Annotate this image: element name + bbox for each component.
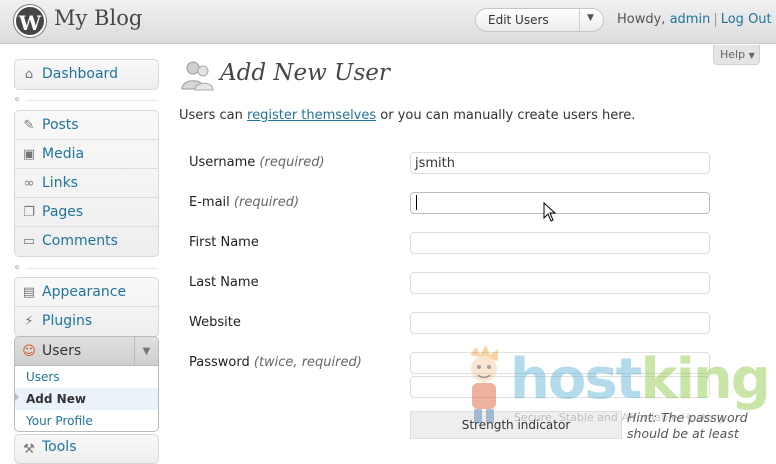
menu-collapse-arrow-icon[interactable]: « (14, 94, 20, 105)
mouse-pointer-icon (543, 202, 557, 222)
favorite-actions-label: Edit Users (488, 13, 549, 27)
first-name-label: First Name (189, 235, 259, 250)
menu-group-content: ✎ Posts ▣ Media ∞ Links ❐ Pages ▭ Commen… (14, 110, 159, 257)
field-note: (required) (233, 195, 300, 210)
sidebar-item-label: Posts (42, 117, 79, 133)
field-label: E-mail (189, 195, 230, 210)
pages-icon: ❐ (23, 205, 35, 220)
menu-collapse-arrow-icon[interactable]: « (14, 262, 20, 273)
sidebar-item-users-header[interactable]: ☺ Users ▼ (15, 337, 158, 366)
menu-group-dashboard: ⌂ Dashboard (14, 59, 159, 90)
email-field[interactable] (410, 192, 710, 214)
text-caret (416, 195, 417, 210)
sidebar-item-label: Media (42, 146, 85, 162)
favorite-actions-divider (579, 9, 580, 31)
password-hint: Hint: The password should be at least (627, 410, 748, 441)
menu-separator (26, 100, 158, 101)
blog-name[interactable]: My Blog (54, 6, 142, 30)
website-label: Website (189, 315, 241, 330)
field-label: Last Name (189, 275, 259, 290)
dashboard-icon: ⌂ (24, 67, 34, 82)
favorite-actions-dropdown[interactable]: Edit Users ▼ (475, 8, 604, 32)
password-confirm-field[interactable] (410, 376, 710, 398)
intro-prefix: Users can (179, 108, 243, 123)
intro-text: Users can register themselves or you can… (179, 108, 635, 123)
field-label: Website (189, 315, 241, 330)
help-label: Help (720, 48, 746, 61)
tools-icon: ⚒ (23, 442, 35, 457)
menu-group-admin: ▤ Appearance ⚡ Plugins (14, 277, 159, 337)
menu-separator (26, 268, 158, 269)
user-info: Howdy, admin | Log Out (617, 12, 772, 27)
sidebar-item-pages[interactable]: ❐ Pages (15, 198, 158, 227)
field-label: Username (189, 155, 256, 170)
username-label: Username (required) (189, 155, 325, 170)
appearance-icon: ▤ (22, 285, 36, 300)
sidebar-item-dashboard[interactable]: ⌂ Dashboard (15, 60, 158, 89)
sidebar-item-label: Comments (42, 233, 118, 249)
sidebar-item-label: Users (42, 343, 82, 359)
profile-link[interactable]: admin (670, 12, 711, 27)
submenu-item-your-profile[interactable]: Your Profile (15, 410, 158, 431)
sidebar-item-label: Tools (42, 439, 77, 455)
email-label: E-mail (required) (189, 195, 299, 210)
sidebar-item-comments[interactable]: ▭ Comments (15, 227, 158, 256)
wordpress-logo-icon[interactable]: W (14, 5, 46, 37)
first-name-field[interactable] (410, 232, 710, 254)
current-item-pointer-icon (14, 392, 19, 402)
sidebar-item-links[interactable]: ∞ Links (15, 169, 158, 198)
page-title: Add New User (220, 60, 390, 86)
comment-icon: ▭ (22, 234, 36, 249)
sidebar-item-posts[interactable]: ✎ Posts (15, 111, 158, 140)
users-icon (181, 61, 214, 91)
sidebar-item-label: Appearance (42, 284, 127, 300)
separator: | (713, 12, 718, 27)
sidebar-item-label: Dashboard (42, 66, 118, 82)
help-tab[interactable]: Help ▼ (713, 45, 760, 65)
register-themselves-link[interactable]: register themselves (247, 108, 376, 123)
logout-link[interactable]: Log Out (721, 12, 772, 27)
password-label: Password (twice, required) (189, 355, 362, 370)
sidebar-item-appearance[interactable]: ▤ Appearance (15, 278, 158, 307)
field-label: Password (189, 355, 250, 370)
intro-suffix: or you can manually create users here. (380, 108, 636, 123)
media-icon: ▣ (22, 147, 36, 162)
username-field[interactable]: jsmith (410, 152, 710, 174)
sidebar-item-users: ☺ Users ▼ Users Add New Your Profile (14, 336, 159, 432)
chevron-down-icon[interactable]: ▼ (134, 337, 158, 366)
pin-icon: ✎ (23, 118, 35, 133)
admin-header: W My Blog Edit Users ▼ Howdy, admin | Log … (0, 0, 776, 44)
link-icon: ∞ (23, 176, 35, 191)
sidebar-item-label: Pages (42, 204, 84, 220)
sidebar-item-label: Plugins (42, 313, 93, 329)
sidebar-item-label: Links (42, 175, 78, 191)
chevron-down-icon[interactable]: ▼ (587, 13, 594, 23)
submenu-item-add-new[interactable]: Add New (15, 388, 158, 410)
website-field[interactable] (410, 312, 710, 334)
password-field[interactable] (410, 352, 710, 374)
sidebar-item-media[interactable]: ▣ Media (15, 140, 158, 169)
field-note: (required) (259, 155, 325, 170)
howdy-text: Howdy, (617, 12, 666, 27)
field-label: First Name (189, 235, 259, 250)
plug-icon: ⚡ (24, 314, 34, 329)
submenu-item-users[interactable]: Users (15, 366, 158, 388)
last-name-label: Last Name (189, 275, 259, 290)
sidebar-item-tools[interactable]: ⚒ Tools (14, 434, 159, 464)
sidebar-item-plugins[interactable]: ⚡ Plugins (15, 307, 158, 336)
chevron-down-icon: ▼ (748, 51, 755, 60)
field-note: (twice, required) (253, 355, 362, 370)
last-name-field[interactable] (410, 272, 710, 294)
strength-indicator: Strength indicator (410, 411, 622, 439)
users-icon: ☺ (22, 344, 36, 359)
